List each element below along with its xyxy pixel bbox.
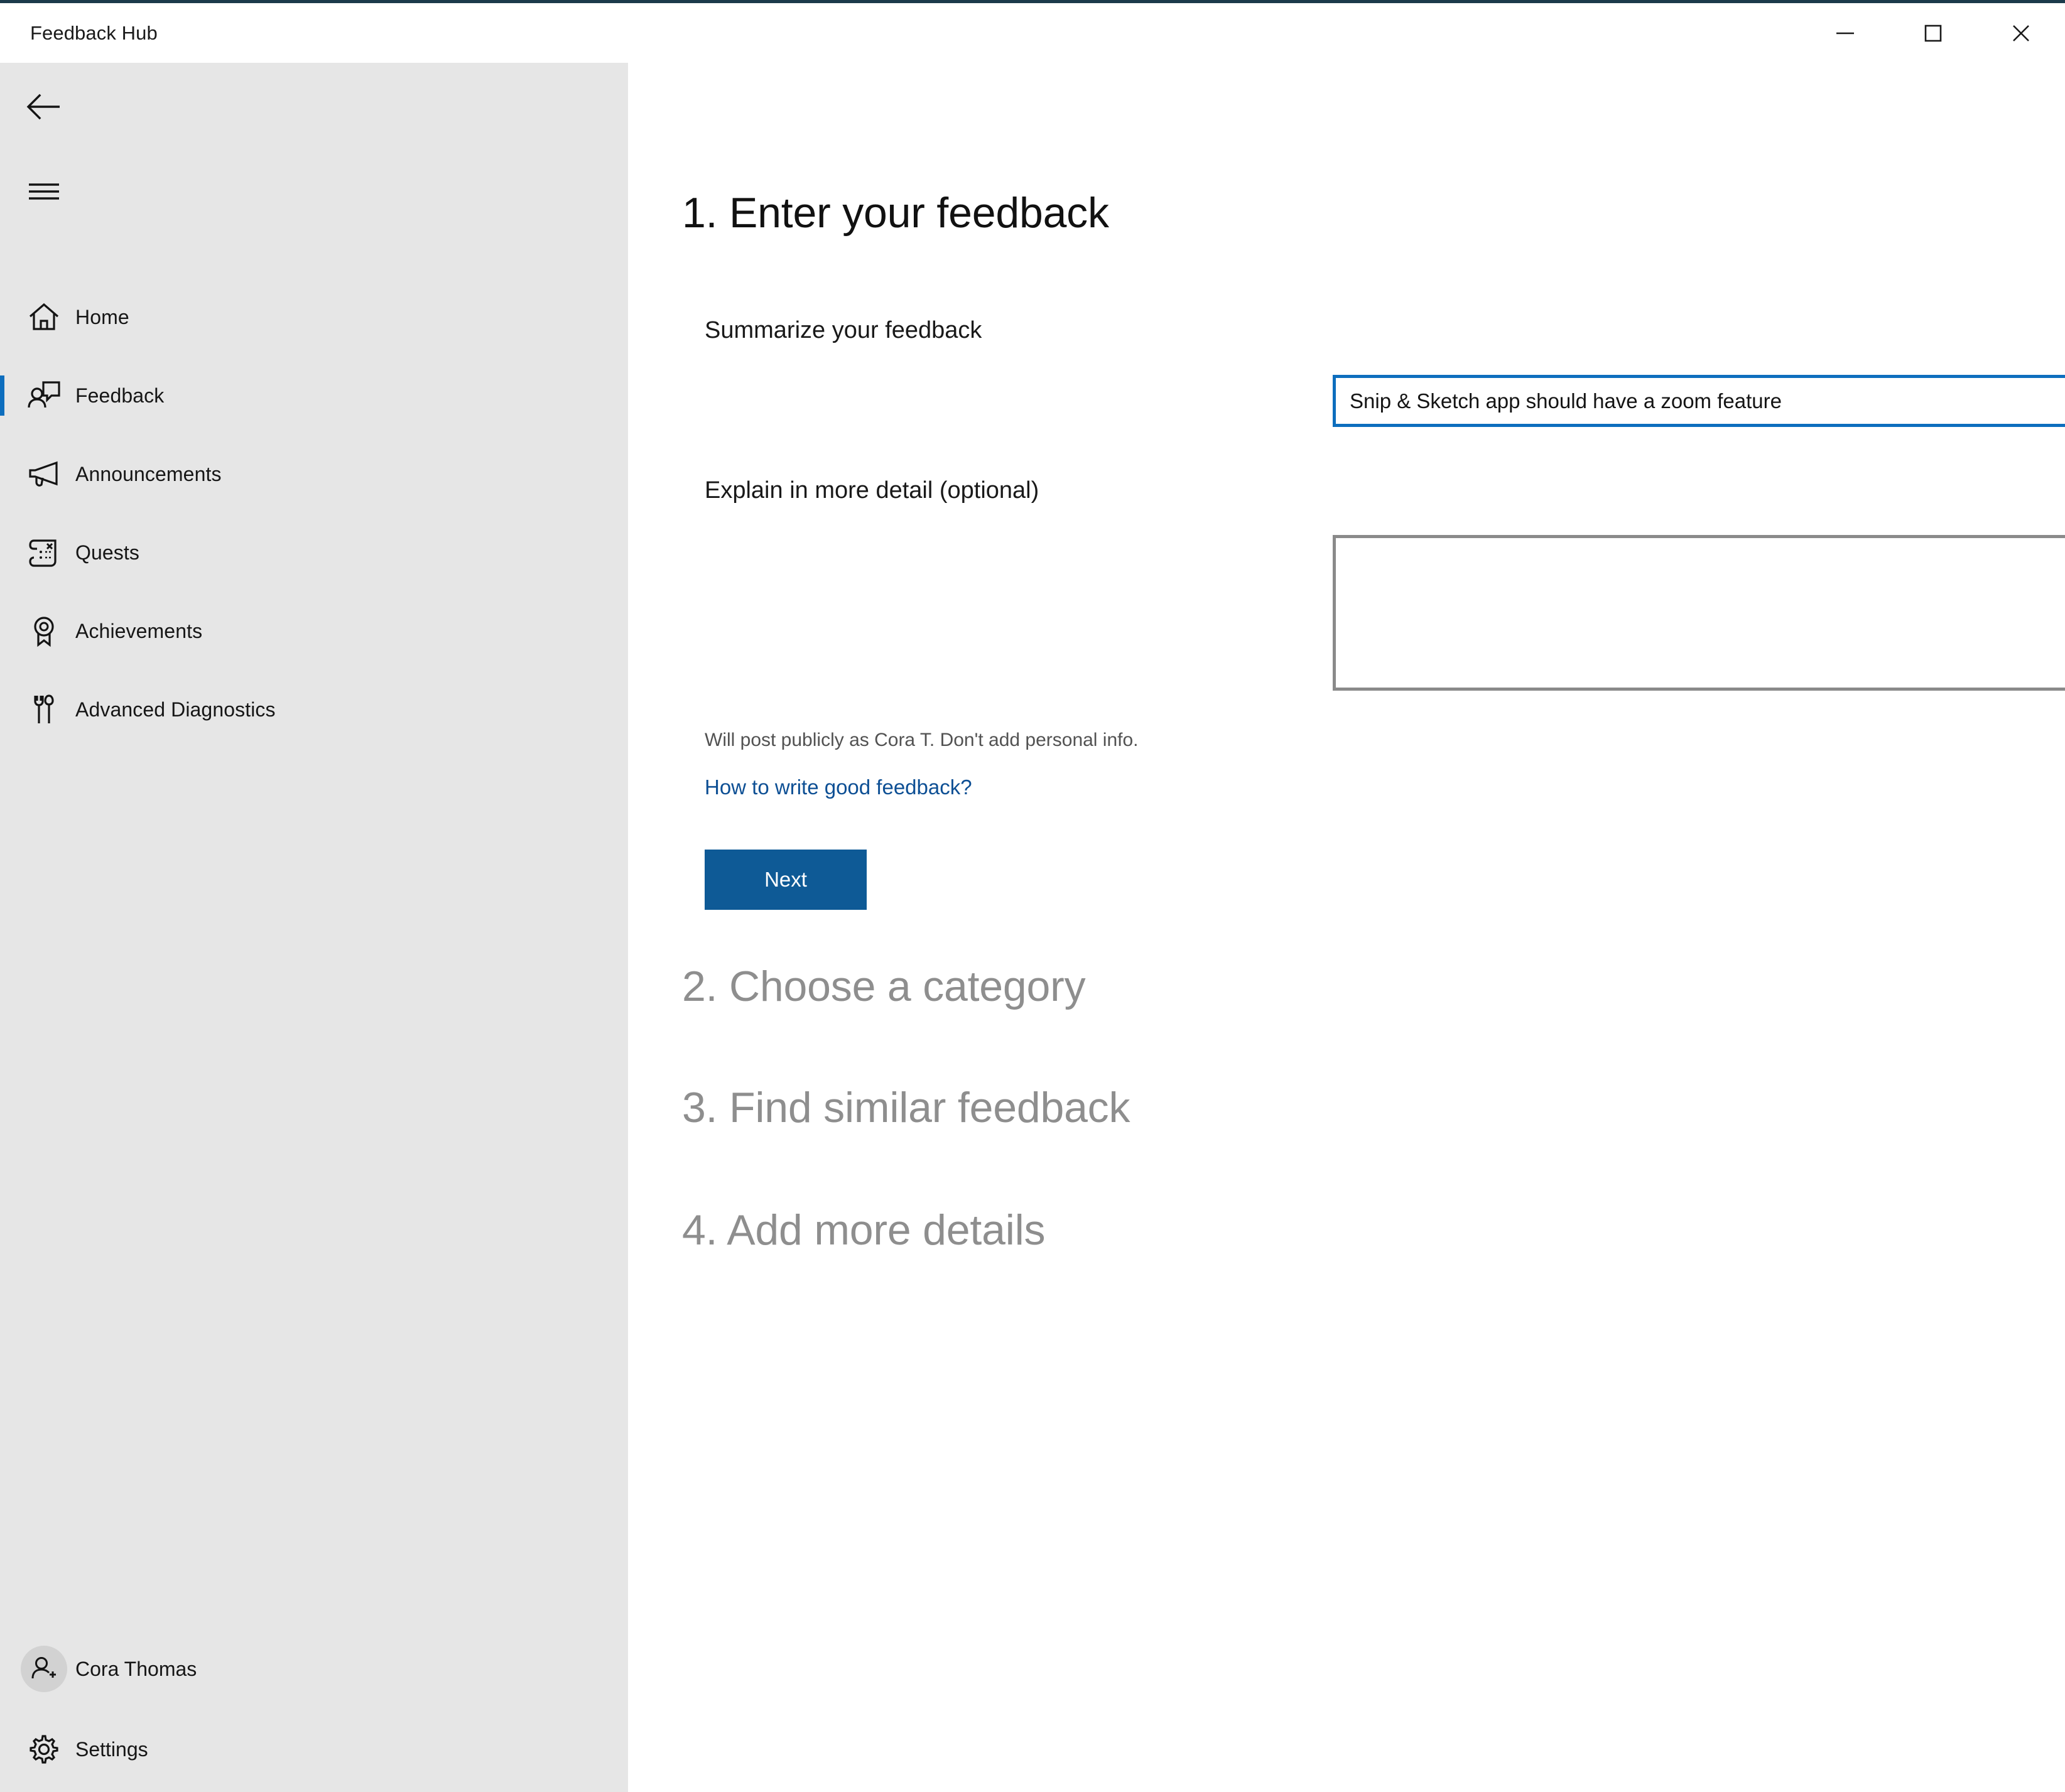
home-icon [13,300,75,335]
step-3-heading[interactable]: 3. Find similar feedback [682,1083,1130,1132]
sidebar-item-announcements[interactable]: Announcements [0,443,628,505]
step-4-heading[interactable]: 4. Add more details [682,1206,1046,1255]
settings-label: Settings [75,1737,148,1761]
sidebar-item-label: Achievements [75,619,203,642]
close-button[interactable] [1977,3,2065,63]
title-bar: Feedback Hub [0,3,2065,63]
tools-icon [13,692,75,727]
sidebar-item-settings[interactable]: Settings [0,1715,628,1784]
sidebar-item-label: Advanced Diagnostics [75,698,276,721]
sidebar-nav-list: Home Feedback Announcements Quests Achie… [0,286,628,757]
step-2-heading[interactable]: 2. Choose a category [682,962,1086,1011]
minimize-button[interactable] [1801,3,1889,63]
sidebar-item-quests[interactable]: Quests [0,521,628,584]
window-controls [1801,3,2065,63]
back-button[interactable] [0,75,628,138]
sidebar-item-label: Feedback [75,384,165,407]
privacy-note: Will post publicly as Cora T. Don't add … [705,730,1139,750]
avatar [21,1646,67,1692]
megaphone-icon [13,456,75,492]
sidebar-item-label: Announcements [75,462,222,485]
hamburger-icon [13,181,75,202]
sidebar-bottom-section: Cora Thomas Settings [0,1634,628,1792]
how-to-write-good-feedback-link[interactable]: How to write good feedback? [705,775,972,799]
sidebar-item-home[interactable]: Home [0,286,628,348]
sidebar-item-account[interactable]: Cora Thomas [0,1634,628,1703]
back-arrow-icon [13,94,75,120]
main-content: 1. Enter your feedback Summarize your fe… [628,63,2065,1792]
sidebar-item-advanced-diagnostics[interactable]: Advanced Diagnostics [0,678,628,741]
sidebar-item-achievements[interactable]: Achievements [0,600,628,662]
detail-field-label: Explain in more detail (optional) [705,477,1039,504]
summary-field-label: Summarize your feedback [705,317,982,343]
medal-icon [13,613,75,649]
feedback-hub-window: Feedback Hub Home Feedback Announcements… [0,0,2065,1792]
account-add-icon [13,1646,75,1692]
maximize-button[interactable] [1889,3,1977,63]
summary-input[interactable] [1333,375,2065,427]
gear-icon [13,1732,75,1767]
maximize-icon [1921,21,1945,45]
detail-textarea[interactable] [1333,535,2065,691]
feedback-icon [13,378,75,413]
hamburger-menu-button[interactable] [0,160,628,223]
sidebar-item-feedback[interactable]: Feedback [0,364,628,427]
step-1-heading: 1. Enter your feedback [682,189,1109,237]
next-button[interactable]: Next [705,850,867,910]
sidebar: Home Feedback Announcements Quests Achie… [0,63,628,1792]
sidebar-item-label: Quests [75,541,139,564]
app-title: Feedback Hub [30,21,158,44]
scroll-icon [13,535,75,570]
account-name-label: Cora Thomas [75,1657,197,1680]
close-icon [2009,21,2033,45]
minimize-icon [1833,21,1857,45]
sidebar-item-label: Home [75,305,129,328]
